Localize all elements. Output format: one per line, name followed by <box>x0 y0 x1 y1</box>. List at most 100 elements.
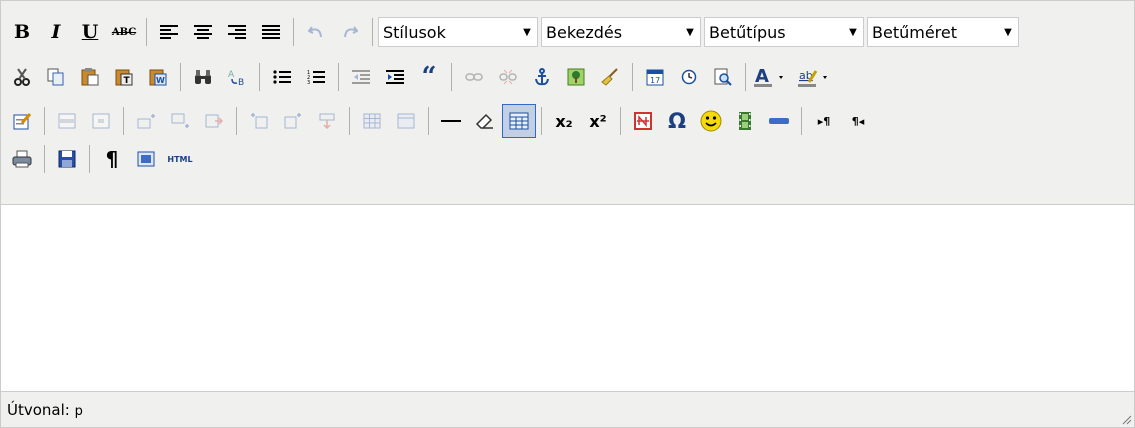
left-to-right-button[interactable]: ▸¶ <box>807 104 841 138</box>
paste-icon <box>81 68 99 86</box>
split-cells-icon <box>363 113 381 129</box>
strikethrough-button[interactable]: ABC <box>107 15 141 49</box>
merge-cells-button[interactable] <box>389 104 423 138</box>
blockquote-button[interactable]: “ <box>412 60 446 94</box>
paste-button[interactable] <box>73 60 107 94</box>
insert-time-button[interactable] <box>672 60 706 94</box>
smiley-icon <box>700 110 722 132</box>
align-left-button[interactable] <box>152 15 186 49</box>
image-button[interactable] <box>559 60 593 94</box>
toolbar-separator <box>745 63 746 91</box>
background-color-button[interactable]: ab <box>795 60 839 94</box>
preview-button[interactable] <box>706 60 740 94</box>
toolbar-separator <box>338 63 339 91</box>
toolbar-separator <box>146 18 147 46</box>
styles-select-value: Stílusok <box>383 22 446 42</box>
insert-col-before-button[interactable] <box>242 104 276 138</box>
chevron-down-icon: ▼ <box>686 26 694 38</box>
cut-button[interactable] <box>5 60 39 94</box>
align-right-button[interactable] <box>220 15 254 49</box>
delete-row-icon <box>205 114 223 128</box>
col-after-icon <box>284 113 301 129</box>
omega-icon: Ω <box>668 109 686 133</box>
text-color-button[interactable]: A <box>751 60 795 94</box>
paste-text-button[interactable]: T <box>107 60 141 94</box>
link-button[interactable] <box>457 60 491 94</box>
insert-date-button[interactable]: 17 <box>638 60 672 94</box>
replace-button[interactable]: AB <box>220 60 254 94</box>
save-button[interactable] <box>50 142 84 176</box>
html-source-button[interactable]: HTML <box>163 142 197 176</box>
delete-col-icon <box>319 113 335 129</box>
fullscreen-icon <box>137 151 155 167</box>
superscript-icon: x² <box>589 111 607 131</box>
remove-format-button[interactable] <box>468 104 502 138</box>
nonbreaking-space-button[interactable] <box>626 104 660 138</box>
horizontal-rule-button[interactable] <box>434 104 468 138</box>
subscript-button[interactable]: x₂ <box>547 104 581 138</box>
undo-button[interactable] <box>299 15 333 49</box>
superscript-button[interactable]: x² <box>581 104 615 138</box>
split-cells-button[interactable] <box>355 104 389 138</box>
paragraph-format-select[interactable]: Bekezdés ▼ <box>541 17 701 47</box>
outdent-button[interactable] <box>344 60 378 94</box>
special-char-button[interactable]: Ω <box>660 104 694 138</box>
calendar-icon: 17 <box>646 69 664 86</box>
row-props-button[interactable] <box>50 104 84 138</box>
underline-button[interactable]: U <box>73 15 107 49</box>
styles-select[interactable]: Stílusok ▼ <box>378 17 538 47</box>
right-to-left-button[interactable]: ¶◂ <box>841 104 875 138</box>
path-element-p[interactable]: p <box>75 404 83 419</box>
binoculars-icon <box>195 70 211 84</box>
find-button[interactable] <box>186 60 220 94</box>
unlink-button[interactable] <box>491 60 525 94</box>
delete-col-button[interactable] <box>310 104 344 138</box>
align-justify-button[interactable] <box>254 15 288 49</box>
toolbar-separator <box>293 18 294 46</box>
svg-text:B: B <box>238 78 244 86</box>
insert-row-after-button[interactable] <box>163 104 197 138</box>
visual-aid-button[interactable] <box>502 104 536 138</box>
edit-css-button[interactable] <box>5 104 39 138</box>
delete-row-button[interactable] <box>197 104 231 138</box>
insert-col-after-button[interactable] <box>276 104 310 138</box>
broom-icon <box>601 68 618 86</box>
cell-props-button[interactable] <box>84 104 118 138</box>
svg-text:A: A <box>755 66 769 87</box>
font-family-select[interactable]: Betűtípus ▼ <box>704 17 864 47</box>
bullet-list-button[interactable] <box>265 60 299 94</box>
undo-icon <box>308 26 322 38</box>
numbered-list-button[interactable]: 123 <box>299 60 333 94</box>
italic-button[interactable]: I <box>39 15 73 49</box>
media-button[interactable] <box>728 104 762 138</box>
copy-button[interactable] <box>39 60 73 94</box>
horizontal-line-button[interactable] <box>762 104 796 138</box>
toolbar-separator <box>372 18 373 46</box>
cleanup-button[interactable] <box>593 60 627 94</box>
bullet-list-icon <box>273 70 291 84</box>
align-left-icon <box>160 25 178 39</box>
anchor-icon <box>535 68 549 86</box>
indent-button[interactable] <box>378 60 412 94</box>
show-blocks-button[interactable]: ¶ <box>95 142 129 176</box>
image-icon <box>567 68 585 86</box>
edit-style-icon <box>13 113 31 130</box>
table-cell-icon <box>92 113 110 129</box>
paste-word-button[interactable]: W <box>141 60 175 94</box>
toolbar-row-4: ¶ HTML <box>5 142 197 176</box>
numbered-list-icon: 123 <box>307 70 325 85</box>
svg-text:W: W <box>156 76 165 85</box>
insert-row-before-button[interactable] <box>129 104 163 138</box>
anchor-button[interactable] <box>525 60 559 94</box>
print-button[interactable] <box>5 142 39 176</box>
editor-content-area[interactable] <box>1 205 1134 392</box>
emotions-button[interactable] <box>694 104 728 138</box>
bold-button[interactable]: B <box>5 15 39 49</box>
resize-handle-icon[interactable] <box>1120 413 1132 425</box>
fullscreen-button[interactable] <box>129 142 163 176</box>
redo-button[interactable] <box>333 15 367 49</box>
align-center-button[interactable] <box>186 15 220 49</box>
toolbar-separator <box>632 63 633 91</box>
font-size-select[interactable]: Betűméret ▼ <box>867 17 1019 47</box>
nonbreaking-icon <box>634 112 652 130</box>
